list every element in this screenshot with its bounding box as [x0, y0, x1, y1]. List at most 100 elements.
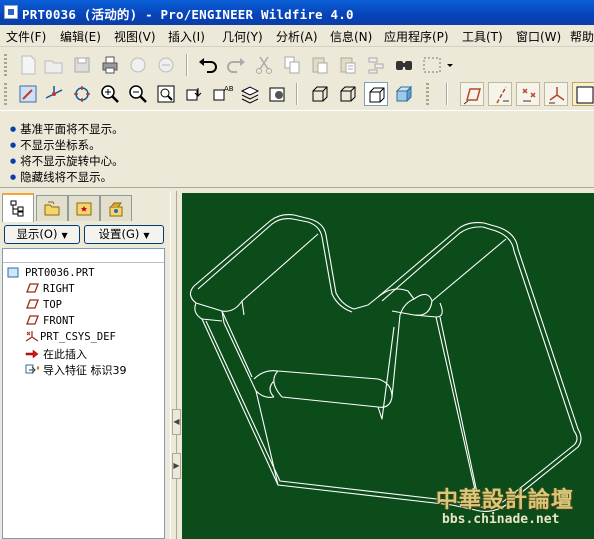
send-icon[interactable]	[126, 53, 150, 77]
refit-icon[interactable]	[154, 82, 178, 106]
tree-item-import-feature[interactable]: 导入特征 标识39	[25, 362, 127, 378]
menu-insert[interactable]: 插入(I)	[168, 28, 205, 45]
tree-root-label: PRT0036.PRT	[25, 267, 95, 279]
tree-item-label: 在此插入	[43, 348, 87, 361]
tree-header	[3, 249, 164, 263]
menu-info[interactable]: 信息(N)	[330, 28, 372, 45]
collapse-left-icon[interactable]: ◀	[172, 409, 181, 435]
standard-toolbar	[0, 50, 594, 80]
chevron-down-icon: ▼	[61, 231, 68, 240]
view-toolbar: AB	[0, 79, 594, 109]
chevron-down-icon: ▼	[143, 231, 150, 240]
tree-item-front[interactable]: FRONT	[25, 314, 75, 327]
wireframe-icon[interactable]	[308, 82, 332, 106]
menu-applications[interactable]: 应用程序(P)	[384, 28, 449, 45]
folder-browser-tab[interactable]	[36, 195, 68, 221]
expand-right-icon[interactable]: ▶	[172, 453, 181, 479]
message-line: 隐藏线将不显示。	[10, 169, 112, 185]
message-area: 基准平面将不显示。 不显示坐标系。 将不显示旋转中心。 隐藏线将不显示。	[0, 110, 594, 188]
menu-tools[interactable]: 工具(T)	[462, 28, 503, 45]
site-watermark: 中華設計論壇 bbs.chinade.net	[436, 482, 586, 532]
app-icon	[4, 5, 18, 19]
tree-item-label: RIGHT	[43, 283, 75, 295]
chevron-down-icon[interactable]	[444, 53, 456, 77]
paste-icon[interactable]	[308, 53, 332, 77]
datum-plane-icon	[25, 282, 39, 294]
connections-tab[interactable]	[100, 195, 132, 221]
menu-window[interactable]: 窗口(W)	[516, 28, 561, 45]
menu-help[interactable]: 帮助	[570, 28, 594, 45]
datum-planes-icon[interactable]	[460, 82, 484, 106]
import-feature-icon	[25, 364, 43, 376]
model-tree-tab[interactable]	[2, 193, 34, 222]
favorites-tab-icon	[76, 202, 92, 216]
hidden-line-icon[interactable]	[336, 82, 360, 106]
spin-center-toggle-icon[interactable]	[572, 82, 594, 106]
pane-splitter[interactable]: ◀ ▶	[170, 191, 182, 539]
title-bar: PRT0036 (活动的) - Pro/ENGINEER Wildfire 4.…	[0, 0, 594, 25]
cut-icon[interactable]	[252, 53, 276, 77]
zoom-out-icon[interactable]	[126, 82, 150, 106]
regenerate-icon[interactable]	[364, 53, 388, 77]
undo-icon[interactable]	[196, 53, 220, 77]
orient-icon[interactable]	[70, 82, 94, 106]
tree-item-right[interactable]: RIGHT	[25, 282, 75, 295]
toolbar-grip[interactable]	[4, 54, 7, 76]
open-icon[interactable]	[42, 53, 66, 77]
splitter-line	[176, 191, 177, 539]
menu-view[interactable]: 视图(V)	[114, 28, 156, 45]
toolbar-grip[interactable]	[426, 83, 429, 105]
settings-dropdown-button[interactable]: 设置(G) ▼	[84, 225, 164, 244]
select-box-icon[interactable]	[420, 53, 444, 77]
model-tree-tab-icon	[10, 200, 24, 217]
settings-dropdown-label: 设置(G)	[98, 227, 140, 241]
find-icon[interactable]	[392, 53, 416, 77]
tree-item-top[interactable]: TOP	[25, 298, 62, 311]
svg-text:AB: AB	[224, 85, 234, 93]
datum-points-icon[interactable]	[516, 82, 540, 106]
repaint-icon[interactable]	[16, 82, 40, 106]
show-dropdown-button[interactable]: 显示(O) ▼	[4, 225, 80, 244]
model-tree: PRT0036.PRT RIGHT TOP FRONT PRT_CSYS_DEF…	[2, 248, 165, 539]
tree-item-csys[interactable]: PRT_CSYS_DEF	[25, 330, 116, 343]
spin-center-icon[interactable]	[42, 82, 66, 106]
mapkey-icon[interactable]	[154, 53, 178, 77]
zoom-in-icon[interactable]	[98, 82, 122, 106]
view-manager-icon[interactable]	[182, 82, 206, 106]
no-hidden-icon[interactable]	[364, 82, 388, 106]
toolbar-grip[interactable]	[4, 83, 7, 105]
menu-analysis[interactable]: 分析(A)	[276, 28, 318, 45]
datum-plane-icon	[25, 298, 39, 310]
saved-views-icon[interactable]: AB	[210, 82, 234, 106]
menu-geometry[interactable]: 几何(Y)	[222, 28, 263, 45]
message-line: 将不显示旋转中心。	[10, 153, 124, 169]
watermark-url: bbs.chinade.net	[442, 512, 560, 527]
print-icon[interactable]	[98, 53, 122, 77]
paste-special-icon[interactable]	[336, 53, 360, 77]
toolbar-separator	[296, 83, 298, 105]
save-icon[interactable]	[70, 53, 94, 77]
show-dropdown-label: 显示(O)	[16, 227, 58, 241]
navigator-pane: 显示(O) ▼ 设置(G) ▼ PRT0036.PRT RIGHT TOP FRON…	[0, 191, 170, 539]
menu-edit[interactable]: 编辑(E)	[60, 28, 101, 45]
copy-icon[interactable]	[280, 53, 304, 77]
tree-root-node[interactable]: PRT0036.PRT	[7, 266, 95, 279]
coord-sys-icon[interactable]	[544, 82, 568, 106]
favorites-tab[interactable]	[68, 195, 100, 221]
menu-file[interactable]: 文件(F)	[6, 28, 46, 45]
message-line: 不显示坐标系。	[10, 137, 101, 153]
tree-item-insert-here[interactable]: 在此插入	[25, 346, 87, 362]
shading-icon[interactable]	[392, 82, 416, 106]
tree-item-label: 导入特征 标识39	[43, 364, 127, 377]
tree-item-label: PRT_CSYS_DEF	[40, 331, 116, 343]
layers-icon[interactable]	[238, 82, 262, 106]
datum-plane-icon	[25, 314, 39, 326]
toolbar-separator	[446, 83, 448, 105]
insert-here-arrow-icon	[25, 348, 39, 360]
toolbar-separator	[186, 54, 188, 76]
folder-tab-icon	[44, 201, 60, 216]
redo-icon[interactable]	[224, 53, 248, 77]
new-icon[interactable]	[16, 53, 40, 77]
appearance-icon[interactable]	[266, 82, 290, 106]
datum-axes-icon[interactable]	[488, 82, 512, 106]
